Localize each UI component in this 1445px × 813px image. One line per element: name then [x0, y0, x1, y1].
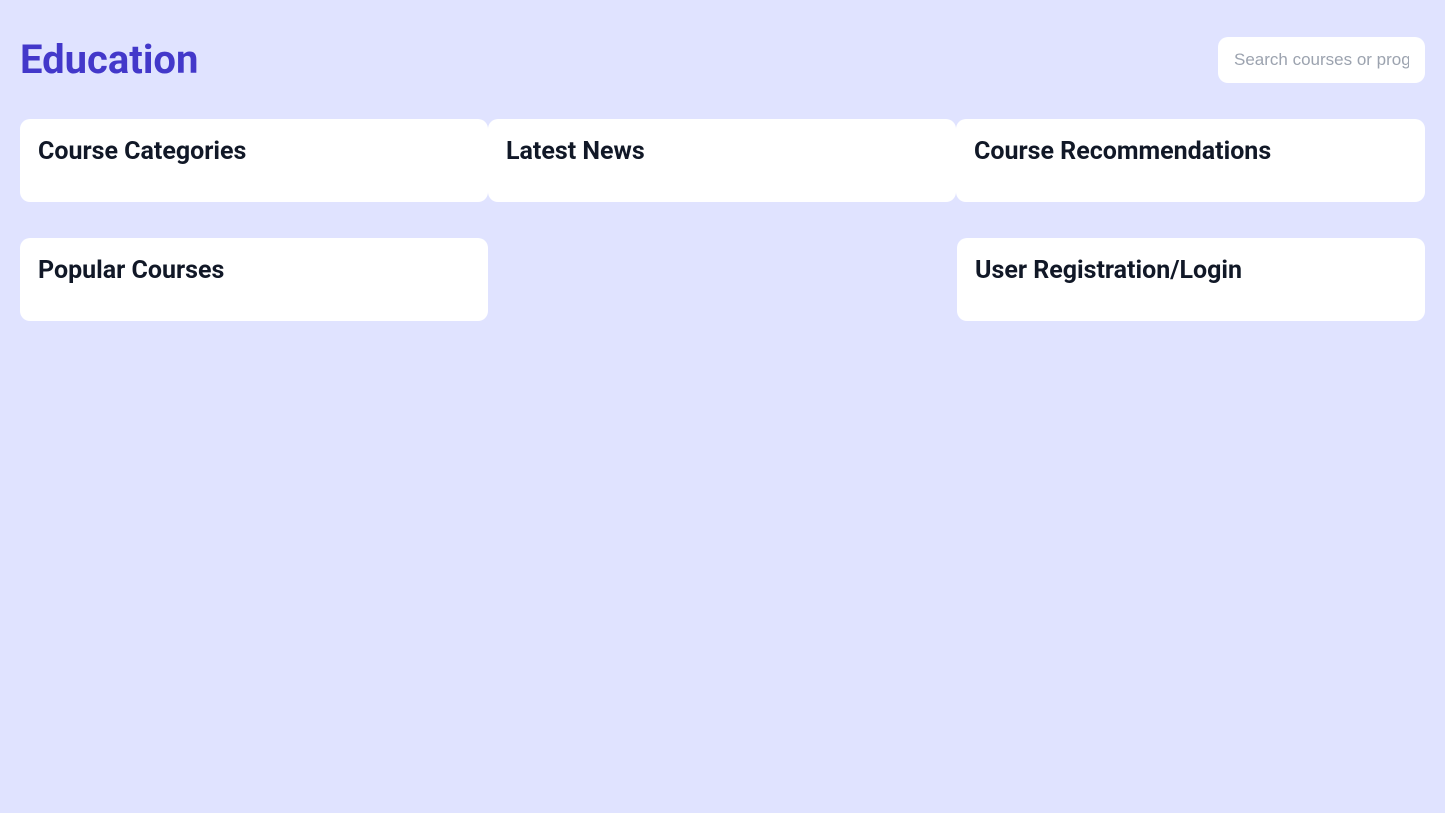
- latest-news-card: Latest News: [488, 119, 956, 202]
- user-registration-title: User Registration/Login: [975, 256, 1407, 285]
- course-recommendations-title: Course Recommendations: [974, 137, 1407, 166]
- header: Education: [20, 36, 1425, 83]
- popular-courses-title: Popular Courses: [38, 256, 470, 285]
- course-recommendations-card: Course Recommendations: [956, 119, 1425, 202]
- col-right-2: User Registration/Login: [957, 238, 1425, 321]
- col-left: Course Categories: [20, 119, 488, 202]
- popular-courses-card: Popular Courses: [20, 238, 488, 321]
- row-2: Popular Courses User Registration/Login: [20, 238, 1425, 321]
- col-middle: Latest News: [488, 119, 956, 202]
- row-1: Course Categories Latest News Course Rec…: [20, 119, 1425, 202]
- course-categories-card: Course Categories: [20, 119, 488, 202]
- latest-news-title: Latest News: [506, 137, 938, 166]
- page-title: Education: [20, 36, 198, 83]
- col-left-2: Popular Courses: [20, 238, 488, 321]
- course-categories-title: Course Categories: [38, 137, 470, 166]
- user-registration-card: User Registration/Login: [957, 238, 1425, 321]
- search-input[interactable]: [1218, 37, 1425, 83]
- col-right: Course Recommendations: [956, 119, 1425, 202]
